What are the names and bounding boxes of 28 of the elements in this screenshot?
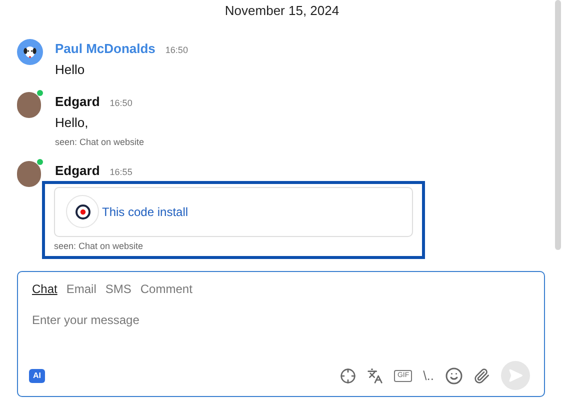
link-card[interactable]: This code install	[54, 186, 413, 236]
author-name: Edgard	[55, 92, 100, 111]
send-icon	[508, 368, 523, 383]
message-time: 16:50	[110, 96, 132, 110]
ai-badge[interactable]: AI	[29, 368, 45, 382]
message-time: 16:55	[110, 166, 132, 179]
author-name: Edgard	[55, 162, 100, 180]
smile-icon[interactable]	[445, 366, 463, 384]
paperclip-icon[interactable]	[474, 368, 490, 384]
message-text: Hello,	[55, 114, 90, 132]
channel-tab[interactable]: Comment	[140, 280, 192, 298]
seen-status: seen: Chat on website	[54, 240, 144, 252]
message-time: 16:50	[165, 44, 188, 56]
channel-tab[interactable]: Chat	[32, 280, 58, 298]
channel-tab[interactable]: Email	[66, 280, 96, 298]
crosshair-icon[interactable]	[340, 368, 356, 384]
message-input[interactable]: Enter your message	[32, 311, 530, 329]
message-text: Hello	[55, 61, 86, 79]
author-name: Paul McDonalds	[55, 40, 156, 58]
date-divider: November 15, 2024	[224, 2, 340, 20]
channel-tab[interactable]: SMS	[105, 280, 132, 298]
link-title[interactable]: This code install	[102, 202, 188, 220]
scrollbar[interactable]	[555, 0, 561, 250]
translate-icon[interactable]	[367, 368, 384, 384]
seen-status: seen: Chat on website	[55, 136, 146, 148]
shortcut-button[interactable]: \..	[423, 366, 434, 386]
target-icon	[66, 195, 99, 228]
dog-icon	[23, 44, 37, 58]
